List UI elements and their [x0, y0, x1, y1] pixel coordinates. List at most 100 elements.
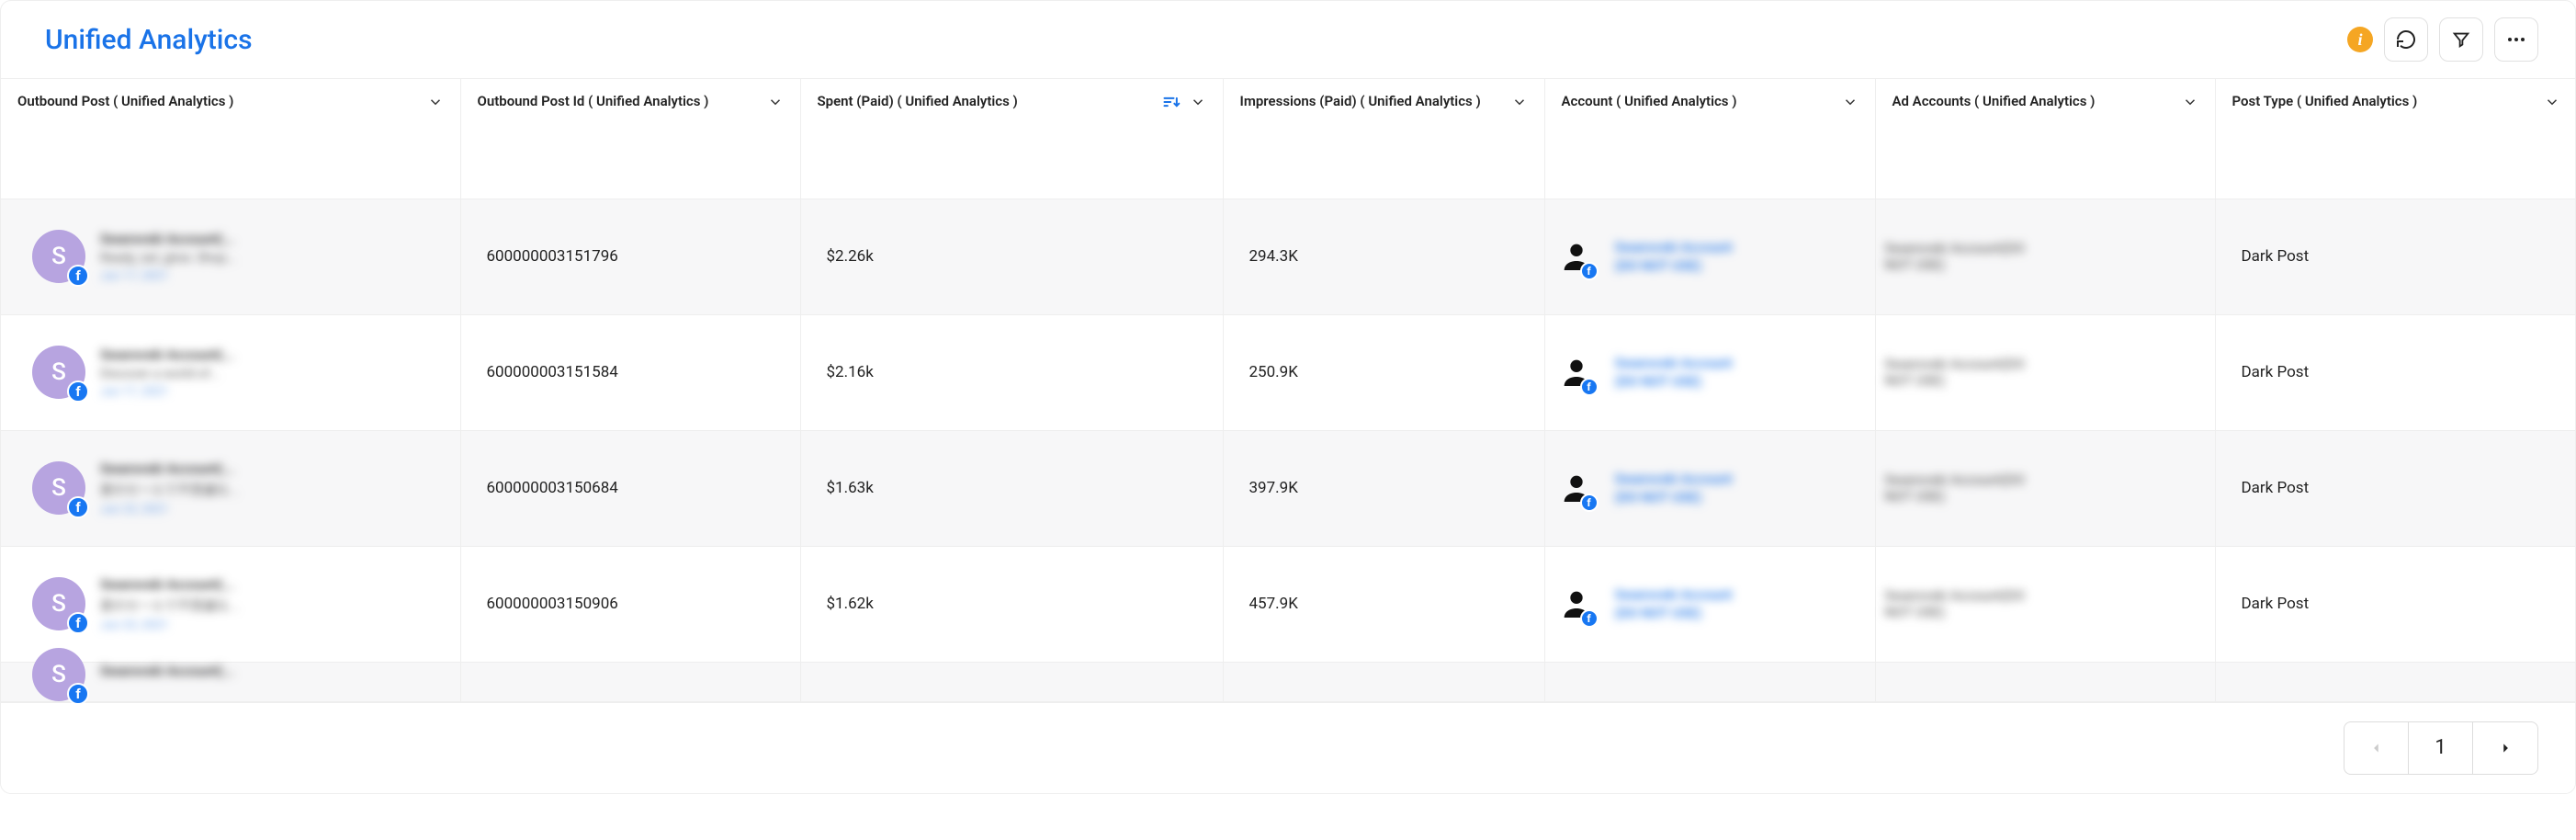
- chevron-down-icon[interactable]: [1842, 94, 1859, 110]
- table-row[interactable]: S f Swarovski Account(... Ready, set, gl…: [1, 199, 2576, 314]
- account-note: (DO NOT USE): [1615, 257, 1733, 274]
- refresh-button[interactable]: [2384, 17, 2428, 62]
- spent-value: $1.62k: [801, 595, 1223, 613]
- col-outbound-post[interactable]: Outbound Post ( Unified Analytics ): [1, 79, 460, 199]
- post-type-value: Dark Post: [2216, 363, 2576, 381]
- impressions-value: 457.9K: [1224, 595, 1544, 613]
- analytics-panel: Unified Analytics i Outbou: [0, 0, 2576, 794]
- account-cell: f Swarovski Account (DO NOT USE): [1545, 354, 1875, 391]
- chevron-down-icon[interactable]: [2544, 94, 2560, 110]
- refresh-icon: [2395, 28, 2417, 51]
- table-row[interactable]: S f Swarovski Account(... Discover a wor…: [1, 314, 2576, 430]
- post-subtitle: 夏のセールで不思議な...: [100, 481, 239, 499]
- post-title: Swarovski Account(...: [100, 346, 235, 363]
- pagination-bar: 1: [1, 702, 2575, 793]
- pager-prev[interactable]: [2344, 722, 2409, 774]
- pager: 1: [2344, 721, 2538, 775]
- col-label: Post Type ( Unified Analytics ): [2232, 92, 2536, 110]
- account-avatar: f: [1558, 585, 1595, 622]
- page-title: Unified Analytics: [45, 24, 253, 56]
- table-row[interactable]: S f Swarovski Account(... 夏のセールで不思議な... …: [1, 546, 2576, 662]
- col-spent[interactable]: Spent (Paid) ( Unified Analytics ): [800, 79, 1223, 199]
- impressions-value: 397.9K: [1224, 479, 1544, 497]
- account-avatar: f: [1558, 470, 1595, 506]
- impressions-value: 294.3K: [1224, 247, 1544, 266]
- post-date: Jun 23, 2021: [100, 619, 239, 632]
- post-id-value: 600000003151796: [461, 247, 800, 266]
- col-impressions[interactable]: Impressions (Paid) ( Unified Analytics ): [1223, 79, 1544, 199]
- avatar: S f: [32, 461, 85, 515]
- post-title: Swarovski Account(...: [100, 576, 239, 593]
- col-label: Outbound Post ( Unified Analytics ): [17, 92, 420, 110]
- spent-value: $2.16k: [801, 363, 1223, 381]
- col-label: Ad Accounts ( Unified Analytics ): [1892, 92, 2175, 110]
- post-title: Swarovski Account(...: [100, 663, 235, 679]
- facebook-badge-icon: f: [67, 380, 89, 403]
- spent-value: $2.26k: [801, 247, 1223, 266]
- ad-account-line: NOT USE): [1885, 372, 2189, 389]
- filter-button[interactable]: [2439, 17, 2483, 62]
- ad-account-line: Swarovski Account(DO: [1885, 356, 2189, 372]
- col-label: Spent (Paid) ( Unified Analytics ): [818, 92, 1155, 110]
- post-id-value: 600000003150684: [461, 479, 800, 497]
- avatar: S f: [32, 346, 85, 399]
- account-cell: f Swarovski Account (DO NOT USE): [1545, 238, 1875, 275]
- more-button[interactable]: [2494, 17, 2538, 62]
- post-type-value: Dark Post: [2216, 479, 2576, 497]
- facebook-badge-icon: f: [67, 683, 89, 705]
- facebook-badge-icon: f: [1580, 262, 1599, 280]
- account-name: Swarovski Account: [1615, 239, 1733, 255]
- post-type-value: Dark Post: [2216, 247, 2576, 266]
- pager-next[interactable]: [2473, 722, 2537, 774]
- account-avatar: f: [1558, 238, 1595, 275]
- table-row[interactable]: S f Swarovski Account(...: [1, 662, 2576, 701]
- post-id-value: 600000003150906: [461, 595, 800, 613]
- col-post-type[interactable]: Post Type ( Unified Analytics ): [2215, 79, 2576, 199]
- post-date: Jun 23, 2021: [100, 503, 239, 516]
- outbound-post-cell: S f Swarovski Account(... 夏のセールで不思議な... …: [1, 576, 460, 632]
- account-note: (DO NOT USE): [1615, 605, 1733, 621]
- post-id-value: 600000003151584: [461, 363, 800, 381]
- analytics-table: Outbound Post ( Unified Analytics ) Outb…: [1, 79, 2576, 702]
- filter-icon: [2451, 29, 2471, 50]
- info-icon[interactable]: i: [2347, 27, 2373, 52]
- spent-value: $1.63k: [801, 479, 1223, 497]
- ad-account-line: NOT USE): [1885, 256, 2189, 273]
- ad-account-line: NOT USE): [1885, 604, 2189, 620]
- chevron-down-icon[interactable]: [427, 94, 444, 110]
- post-date: Jun 17, 2021: [100, 269, 236, 283]
- table-row[interactable]: S f Swarovski Account(... 夏のセールで不思議な... …: [1, 430, 2576, 546]
- avatar: S f: [32, 648, 85, 701]
- outbound-post-cell: S f Swarovski Account(... Ready, set, gl…: [1, 230, 460, 283]
- account-name: Swarovski Account: [1615, 586, 1733, 603]
- facebook-badge-icon: f: [1580, 378, 1599, 396]
- outbound-post-cell: S f Swarovski Account(...: [1, 663, 460, 701]
- more-icon: [2505, 28, 2527, 51]
- ad-accounts-cell: Swarovski Account(DO NOT USE): [1876, 587, 2215, 620]
- ad-accounts-cell: Swarovski Account(DO NOT USE): [1876, 356, 2215, 389]
- facebook-badge-icon: f: [1580, 609, 1599, 628]
- pager-page[interactable]: 1: [2409, 722, 2473, 774]
- chevron-right-icon: [2499, 741, 2512, 755]
- col-ad-accounts[interactable]: Ad Accounts ( Unified Analytics ): [1875, 79, 2215, 199]
- col-outbound-post-id[interactable]: Outbound Post Id ( Unified Analytics ): [460, 79, 800, 199]
- col-account[interactable]: Account ( Unified Analytics ): [1544, 79, 1875, 199]
- col-label: Impressions (Paid) ( Unified Analytics ): [1240, 92, 1504, 110]
- ad-accounts-cell: Swarovski Account(DO NOT USE): [1876, 240, 2215, 273]
- impressions-value: 250.9K: [1224, 363, 1544, 381]
- ad-account-line: Swarovski Account(DO: [1885, 587, 2189, 604]
- account-note: (DO NOT USE): [1615, 489, 1733, 505]
- facebook-badge-icon: f: [67, 265, 89, 287]
- chevron-left-icon: [2370, 741, 2383, 755]
- facebook-badge-icon: f: [1580, 494, 1599, 512]
- chevron-down-icon[interactable]: [2182, 94, 2198, 110]
- facebook-badge-icon: f: [67, 612, 89, 634]
- post-title: Swarovski Account(...: [100, 231, 236, 247]
- chevron-down-icon[interactable]: [1190, 94, 1206, 110]
- chevron-down-icon[interactable]: [767, 94, 784, 110]
- post-subtitle: 夏のセールで不思議な...: [100, 596, 239, 615]
- sort-desc-icon[interactable]: [1162, 94, 1181, 110]
- col-label: Outbound Post Id ( Unified Analytics ): [478, 92, 760, 110]
- chevron-down-icon[interactable]: [1511, 94, 1528, 110]
- ad-accounts-cell: Swarovski Account(DO NOT USE): [1876, 471, 2215, 505]
